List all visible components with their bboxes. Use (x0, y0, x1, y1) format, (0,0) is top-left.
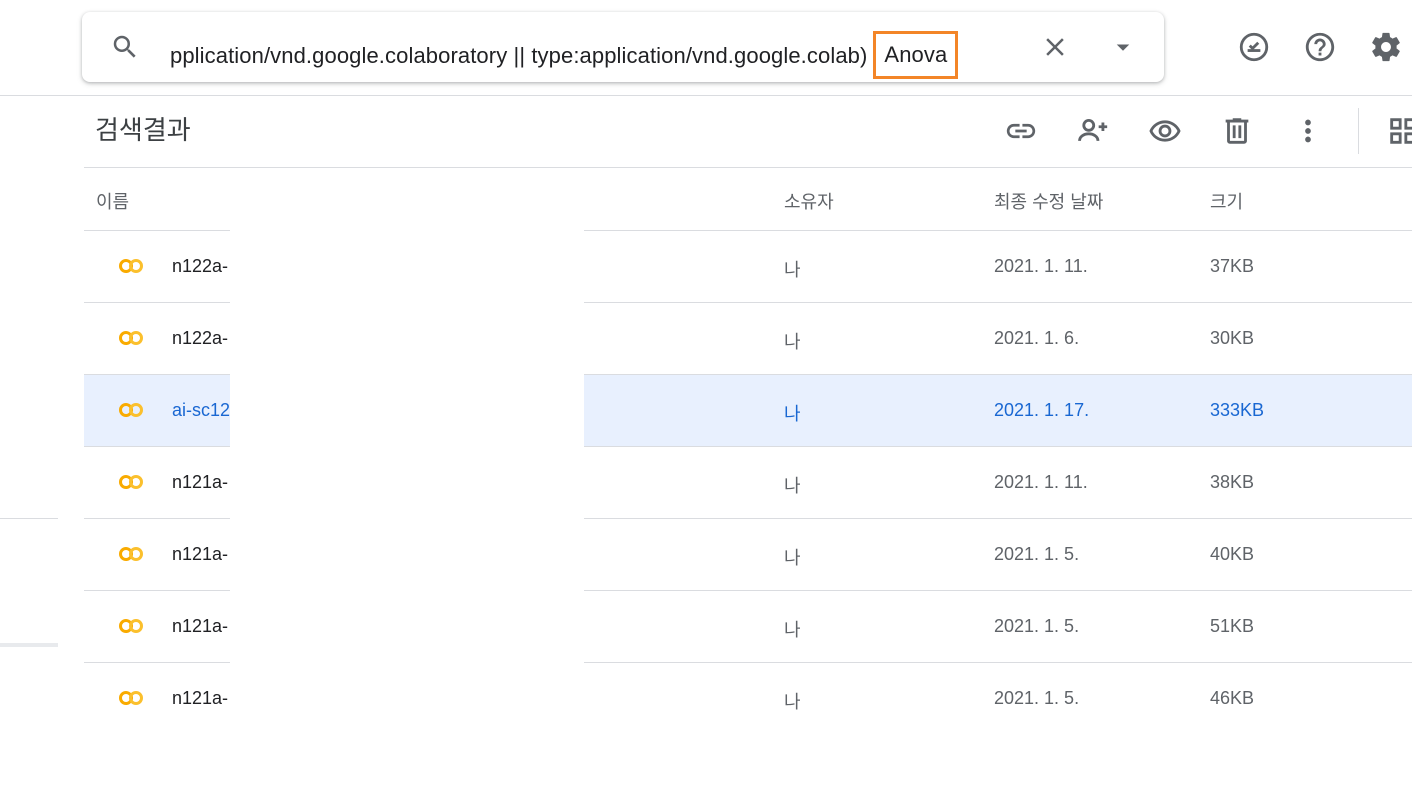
file-size: 30KB (1210, 328, 1255, 348)
file-modified: 2021. 1. 5. (994, 688, 1080, 708)
toolbar-separator (1358, 108, 1359, 154)
file-modified: 2021. 1. 5. (994, 616, 1080, 636)
colab-file-icon (119, 403, 143, 417)
search-input[interactable]: pplication/vnd.google.colaboratory || ty… (170, 31, 959, 79)
colab-file-icon (119, 547, 143, 561)
file-owner: 나 (784, 620, 801, 640)
search-query-text: pplication/vnd.google.colaboratory || ty… (170, 43, 868, 68)
file-size: 40KB (1210, 544, 1255, 564)
caret-down-icon[interactable] (1108, 32, 1138, 62)
file-name: n122a- (172, 256, 229, 276)
colab-file-icon (119, 259, 143, 273)
file-name: ai-sc12 (172, 400, 231, 420)
file-owner: 나 (784, 404, 801, 424)
drive-search-page: pplication/vnd.google.colaboratory || ty… (0, 0, 1412, 803)
sidebar-storage-bar (0, 643, 58, 647)
file-size: 38KB (1210, 472, 1255, 492)
file-size: 37KB (1210, 256, 1255, 276)
file-modified: 2021. 1. 11. (994, 472, 1088, 492)
file-name: n121a- (172, 616, 229, 636)
file-size: 46KB (1210, 688, 1255, 708)
column-header-modified[interactable]: 최종 수정 날짜 (994, 188, 1103, 214)
colab-file-icon (119, 475, 143, 489)
search-bar[interactable]: pplication/vnd.google.colaboratory || ty… (82, 12, 1164, 82)
table-header: 이름 소유자 최종 수정 날짜 크기 (84, 167, 1412, 231)
file-owner: 나 (784, 692, 801, 712)
file-name: n122a- (172, 328, 229, 348)
gear-icon[interactable] (1369, 30, 1403, 64)
search-icon[interactable] (110, 32, 140, 62)
file-modified: 2021. 1. 5. (994, 544, 1080, 564)
colab-file-icon (119, 691, 143, 705)
file-modified: 2021. 1. 6. (994, 328, 1080, 348)
file-modified: 2021. 1. 11. (994, 256, 1088, 276)
sidebar-divider (0, 518, 58, 519)
trash-icon[interactable] (1220, 114, 1254, 148)
file-owner: 나 (784, 332, 801, 352)
colab-file-icon (119, 619, 143, 633)
close-icon[interactable] (1040, 32, 1070, 62)
preview-eye-icon[interactable] (1148, 114, 1182, 148)
file-owner: 나 (784, 260, 801, 280)
file-name: n121a- (172, 688, 229, 708)
grid-view-icon[interactable] (1386, 114, 1412, 148)
file-owner: 나 (784, 476, 801, 496)
redaction-mask (230, 230, 584, 803)
file-modified: 2021. 1. 17. (994, 400, 1090, 420)
help-icon[interactable] (1303, 30, 1337, 64)
file-name: n121a- (172, 472, 229, 492)
column-header-owner[interactable]: 소유자 (784, 188, 834, 214)
search-query-highlight: Anova (873, 31, 959, 79)
header-divider (0, 95, 1412, 96)
column-header-name[interactable]: 이름 (96, 188, 129, 214)
file-name: n121a- (172, 544, 229, 564)
colab-file-icon (119, 331, 143, 345)
column-header-size[interactable]: 크기 (1210, 188, 1243, 214)
file-size: 51KB (1210, 616, 1255, 636)
add-person-icon[interactable] (1076, 114, 1110, 148)
file-size: 333KB (1210, 400, 1265, 420)
file-owner: 나 (784, 548, 801, 568)
offline-check-icon[interactable] (1237, 30, 1271, 64)
page-title: 검색결과 (95, 115, 191, 145)
link-icon[interactable] (1004, 114, 1038, 148)
more-vert-icon[interactable] (1291, 114, 1325, 148)
